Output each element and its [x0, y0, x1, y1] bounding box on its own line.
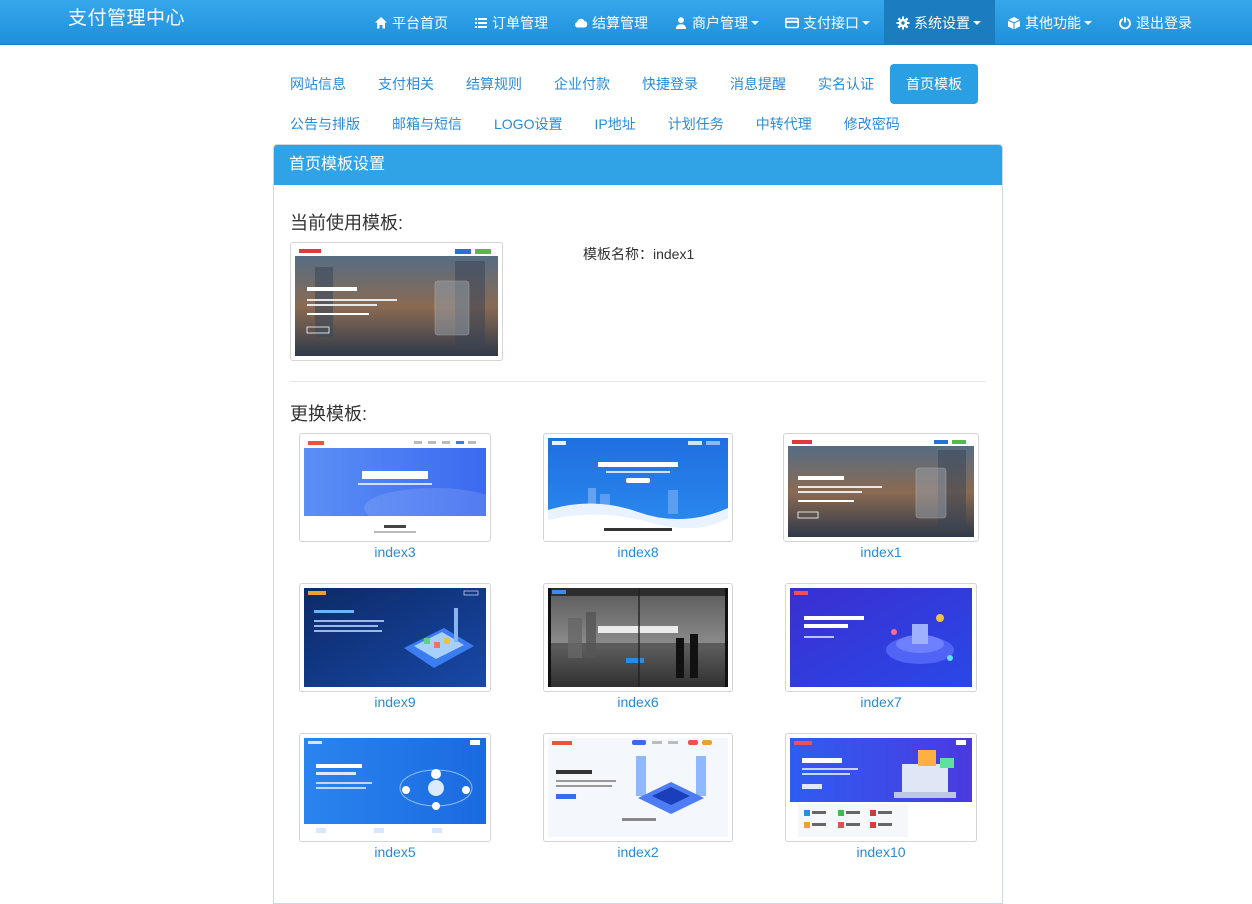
template-option-index6[interactable]: index6 [543, 583, 733, 710]
tab-settlement-rules[interactable]: 结算规则 [450, 64, 538, 104]
template-thumbnail [548, 738, 728, 837]
change-template-heading: 更换模板: [290, 404, 368, 424]
template-label[interactable]: index1 [783, 544, 979, 560]
template-label[interactable]: index6 [543, 694, 733, 710]
settings-tabs: 网站信息 支付相关 结算规则 企业付款 快捷登录 消息提醒 实名认证 首页模板 … [274, 64, 994, 144]
nav-platform-home[interactable]: 平台首页 [362, 0, 462, 45]
nav-system-settings[interactable]: 系统设置 [884, 0, 995, 45]
template-option-index3[interactable]: index3 [299, 433, 491, 560]
template-label[interactable]: index8 [543, 544, 733, 560]
tab-real-name-auth[interactable]: 实名认证 [802, 64, 890, 104]
template-thumbnail [548, 588, 728, 687]
nav-label: 支付接口 [803, 14, 859, 31]
template-option-index1[interactable]: index1 [783, 433, 979, 560]
tab-notifications[interactable]: 消息提醒 [714, 64, 802, 104]
nav-label: 结算管理 [592, 14, 648, 31]
template-thumbnail [790, 738, 972, 837]
nav-payment-interface[interactable]: 支付接口 [773, 0, 884, 45]
template-preview [785, 733, 977, 842]
template-preview [783, 433, 979, 542]
template-option-index9[interactable]: index9 [299, 583, 491, 710]
tab-quick-login[interactable]: 快捷登录 [626, 64, 714, 104]
template-label[interactable]: index5 [299, 844, 491, 860]
list-icon [475, 17, 487, 28]
nav-label: 其他功能 [1025, 14, 1081, 31]
nav-other-functions[interactable]: 其他功能 [995, 0, 1106, 45]
nav-label: 订单管理 [492, 14, 548, 31]
nav-settlement[interactable]: 结算管理 [562, 0, 662, 45]
template-label[interactable]: index9 [299, 694, 491, 710]
tab-scheduled-tasks[interactable]: 计划任务 [652, 104, 740, 144]
gear-icon [896, 16, 910, 29]
tab-ip-address[interactable]: IP地址 [578, 104, 651, 144]
cube-icon [1007, 16, 1021, 29]
template-preview [543, 433, 733, 542]
home-icon [375, 16, 387, 28]
credit-card-icon [785, 17, 799, 28]
current-template-heading: 当前使用模板: [290, 213, 404, 233]
main-nav: 平台首页 订单管理 结算管理 商户管理 支付接口 系统设置 其他功能 退出登录 [362, 0, 1206, 45]
caret-down-icon [1084, 20, 1092, 25]
nav-label: 系统设置 [914, 14, 970, 31]
template-thumbnail [304, 438, 486, 537]
caret-down-icon [973, 20, 981, 25]
nav-label: 商户管理 [692, 14, 748, 31]
current-template-preview [290, 242, 503, 361]
caret-down-icon [751, 20, 759, 25]
template-preview [299, 733, 491, 842]
tab-enterprise-payment[interactable]: 企业付款 [538, 64, 626, 104]
user-icon [675, 16, 687, 29]
template-thumbnail [295, 247, 498, 356]
tab-row-1: 网站信息 支付相关 结算规则 企业付款 快捷登录 消息提醒 实名认证 首页模板 [274, 64, 994, 104]
template-option-index8[interactable]: index8 [543, 433, 733, 560]
cloud-icon [575, 18, 588, 27]
template-label[interactable]: index7 [785, 694, 977, 710]
template-option-index5[interactable]: index5 [299, 733, 491, 860]
template-thumbnail [304, 588, 486, 687]
template-thumbnail [304, 738, 486, 837]
template-thumbnail [548, 438, 728, 537]
template-option-index2[interactable]: index2 [543, 733, 733, 860]
nav-label: 退出登录 [1136, 14, 1192, 31]
template-preview [543, 583, 733, 692]
tab-announcement-layout[interactable]: 公告与排版 [274, 104, 376, 144]
template-settings-panel: 首页模板设置 当前使用模板: 模板名称：index1 更换模板: index3 … [273, 144, 1003, 904]
template-label[interactable]: index10 [785, 844, 977, 860]
template-thumbnail [790, 588, 972, 687]
tab-logo-settings[interactable]: LOGO设置 [478, 104, 578, 144]
template-preview [299, 433, 491, 542]
tab-site-info[interactable]: 网站信息 [274, 64, 362, 104]
template-preview [543, 733, 733, 842]
caret-down-icon [862, 20, 870, 25]
nav-orders[interactable]: 订单管理 [462, 0, 562, 45]
app-title[interactable]: 支付管理中心 [68, 8, 185, 30]
tab-relay-proxy[interactable]: 中转代理 [740, 104, 828, 144]
template-option-index7[interactable]: index7 [785, 583, 977, 710]
tab-email-sms[interactable]: 邮箱与短信 [376, 104, 478, 144]
template-label[interactable]: index3 [299, 544, 491, 560]
power-icon [1119, 16, 1131, 29]
tab-homepage-template[interactable]: 首页模板 [890, 64, 978, 104]
top-navbar: 支付管理中心 平台首页 订单管理 结算管理 商户管理 支付接口 系统设置 其他功… [0, 0, 1252, 45]
tab-change-password[interactable]: 修改密码 [828, 104, 916, 144]
tab-row-2: 公告与排版 邮箱与短信 LOGO设置 IP地址 计划任务 中转代理 修改密码 [274, 104, 994, 144]
nav-logout[interactable]: 退出登录 [1106, 0, 1206, 45]
nav-merchants[interactable]: 商户管理 [662, 0, 773, 45]
template-thumbnail [788, 438, 974, 537]
template-option-index10[interactable]: index10 [785, 733, 977, 860]
template-label[interactable]: index2 [543, 844, 733, 860]
panel-title: 首页模板设置 [274, 145, 1002, 185]
template-preview [785, 583, 977, 692]
template-preview [299, 583, 491, 692]
nav-label: 平台首页 [392, 14, 448, 31]
section-divider [290, 381, 986, 382]
current-template-name: 模板名称：index1 [583, 246, 695, 262]
tab-payment[interactable]: 支付相关 [362, 64, 450, 104]
